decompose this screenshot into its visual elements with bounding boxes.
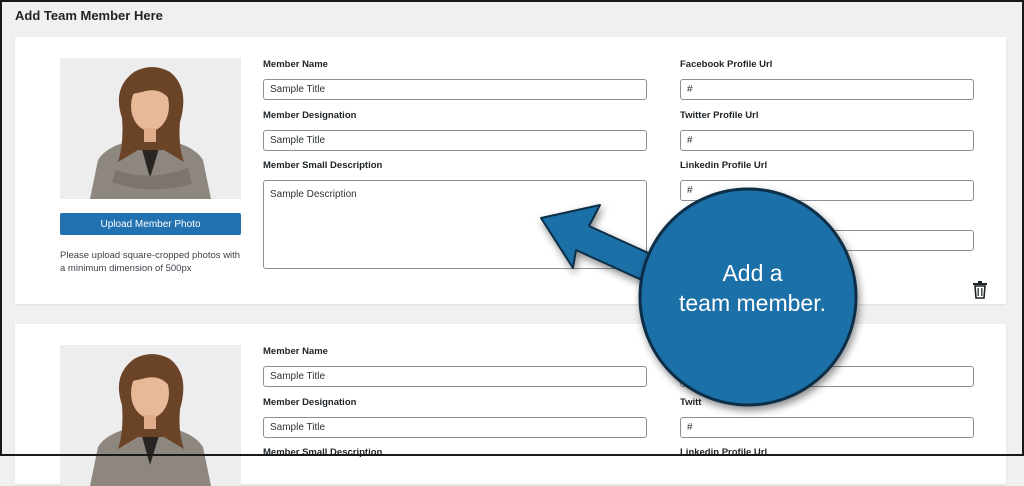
- member-name-input[interactable]: [263, 79, 647, 100]
- member-description-label: Member Small Description: [263, 447, 383, 458]
- upload-photo-button[interactable]: Upload Member Photo: [60, 213, 241, 235]
- member-description-textarea[interactable]: Sample Description: [263, 180, 647, 269]
- twitter-url-label: Twitt: [680, 397, 702, 408]
- page-title: Add Team Member Here: [15, 8, 163, 23]
- facebook-url-input[interactable]: [680, 79, 974, 100]
- facebook-url-input[interactable]: [680, 366, 974, 387]
- member-designation-input[interactable]: [263, 417, 647, 438]
- google-url-input[interactable]: [680, 230, 974, 251]
- member-name-label: Member Name: [263, 346, 328, 357]
- linkedin-url-input[interactable]: [680, 180, 974, 201]
- linkedin-url-label: Linkedin Profile Url: [680, 160, 768, 171]
- upload-hint: Please upload square-cropped photos with…: [60, 250, 241, 274]
- twitter-url-label: Twitter Profile Url: [680, 110, 759, 121]
- member-designation-label: Member Designation: [263, 110, 357, 121]
- member-name-input[interactable]: [263, 366, 647, 387]
- facebook-url-label: Facebook Profile Url: [680, 59, 773, 70]
- callout-text: Add a team member.: [679, 260, 826, 316]
- member-description-label: Member Small Description: [263, 160, 383, 171]
- twitter-url-input[interactable]: [680, 130, 974, 151]
- linkedin-url-label: Linkedin Profile Url: [680, 447, 768, 458]
- member-photo: [60, 58, 241, 199]
- twitter-url-input[interactable]: [680, 417, 974, 438]
- member-photo: [60, 345, 241, 486]
- member-designation-input[interactable]: [263, 130, 647, 151]
- member-name-label: Member Name: [263, 59, 328, 70]
- trash-icon[interactable]: [972, 281, 988, 299]
- member-designation-label: Member Designation: [263, 397, 357, 408]
- team-member-card: Member Name Member Designation Member Sm…: [15, 324, 1006, 486]
- google-url-label: Go: [680, 210, 694, 221]
